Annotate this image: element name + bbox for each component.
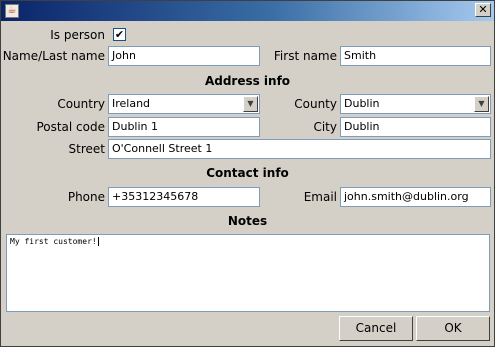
- county-select-value: Dublin: [344, 97, 380, 110]
- close-button[interactable]: ✕: [475, 3, 491, 17]
- postal-code-label: Postal code: [36, 120, 105, 134]
- ok-button[interactable]: OK: [416, 316, 490, 341]
- county-label: County: [294, 97, 337, 111]
- phone-label: Phone: [67, 190, 105, 204]
- city-input[interactable]: Dublin: [340, 117, 491, 137]
- county-select[interactable]: Dublin ▼: [340, 94, 491, 114]
- notes-section-title: Notes: [227, 214, 268, 228]
- cancel-button[interactable]: Cancel: [339, 316, 413, 341]
- street-input[interactable]: O'Connell Street 1: [108, 139, 491, 159]
- first-name-label: First name: [273, 49, 337, 63]
- last-name-input[interactable]: John: [108, 46, 260, 66]
- title-bar[interactable]: ☕ ✕: [1, 1, 494, 21]
- first-name-input[interactable]: Smith: [340, 46, 491, 66]
- contact-section-title: Contact info: [206, 166, 289, 180]
- address-section-title: Address info: [204, 74, 291, 88]
- city-label: City: [313, 120, 337, 134]
- chevron-down-icon[interactable]: ▼: [474, 96, 489, 112]
- text-caret: [97, 237, 99, 246]
- email-label: Email: [303, 190, 337, 204]
- java-app-icon[interactable]: ☕: [5, 4, 19, 18]
- is-person-checkbox[interactable]: ✔: [113, 28, 126, 41]
- country-select-value: Ireland: [112, 97, 151, 110]
- country-select[interactable]: Ireland ▼: [108, 94, 260, 114]
- is-person-label: Is person: [50, 28, 105, 42]
- postal-code-input[interactable]: Dublin 1: [108, 117, 260, 137]
- chevron-down-icon[interactable]: ▼: [243, 96, 258, 112]
- phone-input[interactable]: +35312345678: [108, 187, 260, 207]
- country-label: Country: [57, 97, 105, 111]
- street-label: Street: [68, 142, 105, 156]
- notes-textarea[interactable]: My first customer!: [6, 234, 490, 312]
- notes-text: My first customer!: [10, 237, 97, 246]
- email-input[interactable]: john.smith@dublin.org: [340, 187, 491, 207]
- dialog-window: ☕ ✕ Is person ✔ Name/Last name John Firs…: [0, 0, 495, 347]
- last-name-label: Name/Last name: [2, 49, 105, 63]
